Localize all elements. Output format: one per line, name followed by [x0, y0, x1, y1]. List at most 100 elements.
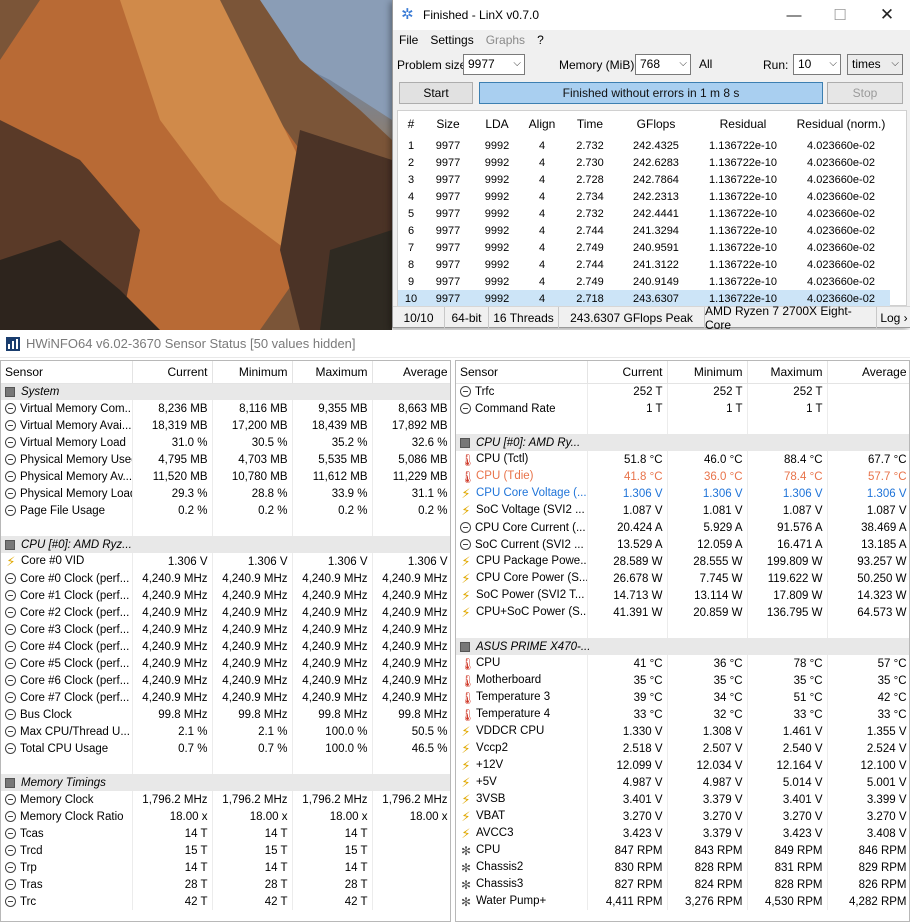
- column-header[interactable]: Size: [424, 111, 472, 137]
- sensor-row[interactable]: 🌡Temperature 4 33 °C 32 °C 33 °C 33 °C: [456, 706, 909, 723]
- column-header[interactable]: #: [398, 111, 424, 137]
- sensor-panel-right[interactable]: Sensor Current Minimum Maximum Average Trfc 2…: [455, 360, 910, 922]
- sensor-row[interactable]: Core #7 Clock (perf... 4,240.9 MHz 4,240.9…: [1, 689, 450, 706]
- column-header[interactable]: Minimum: [212, 361, 293, 384]
- menu-graphs[interactable]: Graphs: [480, 33, 531, 47]
- sensor-row[interactable]: ⚡ VBAT 3.270 V 3.270 V 3.270 V 3.270 V: [456, 808, 909, 825]
- sensor-row[interactable]: 🌡CPU 41 °C 36 °C 78 °C 57 °C: [456, 655, 909, 672]
- sensor-group-header[interactable]: CPU [#0]: AMD Ry...: [456, 434, 909, 451]
- sensor-row[interactable]: Command Rate 1 T1 T1 T: [456, 400, 909, 417]
- column-header[interactable]: GFlops: [618, 111, 694, 137]
- sensor-row[interactable]: ⚡ 3VSB 3.401 V 3.379 V 3.401 V 3.399 V: [456, 791, 909, 808]
- column-header[interactable]: Sensor: [1, 361, 133, 384]
- sensor-row[interactable]: Physical Memory Used 4,795 MB 4,703 MB 5,53…: [1, 451, 450, 468]
- minimize-button[interactable]: —: [771, 0, 817, 30]
- sensor-row[interactable]: ⚡ CPU Core Power (S... 26.678 W 7.745 W 119.…: [456, 570, 909, 587]
- column-header[interactable]: Residual: [694, 111, 792, 137]
- sensor-row[interactable]: ⚡ VDDCR CPU 1.330 V 1.308 V 1.461 V 1.355 V: [456, 723, 909, 740]
- sensor-row[interactable]: Core #2 Clock (perf... 4,240.9 MHz 4,240.9…: [1, 604, 450, 621]
- sensor-row[interactable]: Tras 28 T 28 T 28 T: [1, 876, 450, 893]
- sensor-row[interactable]: 🌡CPU (Tdie) 41.8 °C 36.0 °C 78.4 °C 57.7 °C: [456, 468, 909, 485]
- result-row[interactable]: 7 9977 9992 4 2.749 240.9591 1.136722e-10 4.023…: [398, 239, 890, 256]
- sensor-row[interactable]: CPU Core Current (... 20.424 A 5.929 A 91.5…: [456, 519, 909, 536]
- sensor-row[interactable]: ⚡ AVCC3 3.423 V 3.379 V 3.423 V 3.408 V: [456, 825, 909, 842]
- result-row[interactable]: 9 9977 9992 4 2.749 240.9149 1.136722e-10 4.023…: [398, 273, 890, 290]
- sensor-row[interactable]: ✻ CPU 847 RPM 843 RPM 849 RPM 846 RPM: [456, 842, 909, 859]
- sensor-panel-left[interactable]: Sensor Current Minimum Maximum Average Syste…: [0, 360, 451, 922]
- sensor-row[interactable]: Core #0 Clock (perf... 4,240.9 MHz 4,240.9…: [1, 570, 450, 587]
- sensor-row[interactable]: Trfc 252 T 252 T 252 T: [456, 383, 909, 400]
- sensor-row[interactable]: ⚡ Vccp2 2.518 V 2.507 V 2.540 V 2.524 V: [456, 740, 909, 757]
- sensor-row[interactable]: SoC Current (SVI2 ... 13.529 A 12.059 A 16.…: [456, 536, 909, 553]
- memory-combo[interactable]: 768 ⌵: [635, 54, 691, 75]
- result-row[interactable]: 1 9977 9992 4 2.732 242.4325 1.136722e-10 4.023…: [398, 137, 890, 154]
- column-header[interactable]: Maximum: [292, 361, 373, 384]
- menu-settings[interactable]: Settings: [424, 33, 479, 47]
- start-button[interactable]: Start: [399, 82, 473, 104]
- column-header[interactable]: Align: [522, 111, 562, 137]
- sensor-row[interactable]: Max CPU/Thread U... 2.1 % 2.1 % 100.0 % 50.5…: [1, 723, 450, 740]
- result-row[interactable]: 8 9977 9992 4 2.744 241.3122 1.136722e-10 4.023…: [398, 256, 890, 273]
- menu-file[interactable]: File: [393, 33, 424, 47]
- result-row[interactable]: 3 9977 9992 4 2.728 242.7864 1.136722e-10 4.023…: [398, 171, 890, 188]
- hwinfo-titlebar[interactable]: HWiNFO64 v6.02-3670 Sensor Status [50 va…: [0, 330, 910, 358]
- sensor-row[interactable]: Memory Clock Ratio 18.00 x 18.00 x 18.00 x1…: [1, 808, 450, 825]
- sensor-row[interactable]: Trcd 15 T 15 T 15 T: [1, 842, 450, 859]
- sensor-row[interactable]: ⚡ +5V 4.987 V 4.987 V 5.014 V 5.001 V: [456, 774, 909, 791]
- sensor-row[interactable]: Core #3 Clock (perf... 4,240.9 MHz 4,240.9…: [1, 621, 450, 638]
- sensor-row[interactable]: Core #4 Clock (perf... 4,240.9 MHz 4,240.9…: [1, 638, 450, 655]
- log-button[interactable]: Log ›: [877, 307, 910, 329]
- sensor-row[interactable]: Memory Clock 1,796.2 MHz 1,796.2 MHz 1,796.…: [1, 791, 450, 808]
- sensor-row[interactable]: Physical Memory Av... 11,520 MB 10,780 MB 1…: [1, 468, 450, 485]
- sensor-row[interactable]: Trp 14 T 14 T 14 T: [1, 859, 450, 876]
- run-count-combo[interactable]: 10 ⌵: [793, 54, 841, 75]
- run-unit-combo[interactable]: times ⌵: [847, 54, 903, 75]
- sensor-row[interactable]: ⚡ CPU+SoC Power (S... 41.391 W 20.859 W 136.…: [456, 604, 909, 621]
- column-header[interactable]: Sensor: [456, 361, 588, 384]
- sensor-row[interactable]: ⚡ +12V 12.099 V 12.034 V 12.164 V 12.100 V: [456, 757, 909, 774]
- sensor-row[interactable]: Core #5 Clock (perf... 4,240.9 MHz 4,240.9…: [1, 655, 450, 672]
- column-header[interactable]: Current: [132, 361, 213, 384]
- maximize-button[interactable]: ☐: [817, 0, 863, 30]
- result-row[interactable]: 4 9977 9992 4 2.734 242.2313 1.136722e-10 4.023…: [398, 188, 890, 205]
- sensor-row[interactable]: 🌡Motherboard 35 °C 35 °C 35 °C 35 °C: [456, 672, 909, 689]
- column-header[interactable]: LDA: [472, 111, 522, 137]
- sensor-group-header[interactable]: System: [1, 383, 450, 400]
- column-header[interactable]: Average: [827, 361, 909, 384]
- sensor-group-header[interactable]: Memory Timings: [1, 774, 450, 791]
- result-row[interactable]: 6 9977 9992 4 2.744 241.3294 1.136722e-10 4.023…: [398, 222, 890, 239]
- sensor-row[interactable]: Core #6 Clock (perf... 4,240.9 MHz 4,240.9…: [1, 672, 450, 689]
- result-row[interactable]: 2 9977 9992 4 2.730 242.6283 1.136722e-10 4.023…: [398, 154, 890, 171]
- column-header[interactable]: Residual (norm.): [792, 111, 890, 137]
- close-button[interactable]: ✕: [864, 0, 910, 30]
- sensor-group-header[interactable]: ASUS PRIME X470-...: [456, 638, 909, 655]
- column-header[interactable]: Time: [562, 111, 618, 137]
- sensor-row[interactable]: Core #1 Clock (perf... 4,240.9 MHz 4,240.9…: [1, 587, 450, 604]
- sensor-row[interactable]: Tcas 14 T 14 T 14 T: [1, 825, 450, 842]
- sensor-row[interactable]: Physical Memory Load 29.3 % 28.8 % 33.9 % 31…: [1, 485, 450, 502]
- sensor-row[interactable]: ✻ Chassis3 827 RPM 824 RPM 828 RPM 826 RPM: [456, 876, 909, 893]
- sensor-row[interactable]: ⚡ Core #0 VID 1.306 V 1.306 V 1.306 V 1.306 V: [1, 553, 450, 570]
- sensor-row[interactable]: Trc 42 T 42 T 42 T: [1, 893, 450, 910]
- column-header[interactable]: Average: [372, 361, 450, 384]
- sensor-row[interactable]: Total CPU Usage 0.7 % 0.7 % 100.0 % 46.5 %: [1, 740, 450, 757]
- sensor-row[interactable]: Page File Usage 0.2 % 0.2 % 0.2 % 0.2 %: [1, 502, 450, 519]
- sensor-row[interactable]: 🌡CPU (Tctl) 51.8 °C 46.0 °C 88.4 °C 67.7 °C: [456, 451, 909, 468]
- sensor-row[interactable]: Virtual Memory Com... 8,236 MB 8,116 MB 9,3…: [1, 400, 450, 417]
- sensor-row[interactable]: ⚡ CPU Core Voltage (... 1.306 V 1.306 V 1.30…: [456, 485, 909, 502]
- sensor-group-header[interactable]: CPU [#0]: AMD Ryz...: [1, 536, 450, 553]
- column-header[interactable]: Maximum: [747, 361, 828, 384]
- column-header[interactable]: Current: [587, 361, 668, 384]
- column-header[interactable]: Minimum: [667, 361, 748, 384]
- sensor-row[interactable]: 🌡Temperature 3 39 °C 34 °C 51 °C 42 °C: [456, 689, 909, 706]
- sensor-row[interactable]: ✻ Water Pump+ 4,411 RPM 3,276 RPM 4,530 RPM 4…: [456, 893, 909, 910]
- linx-titlebar[interactable]: ✲ Finished - LinX v0.7.0 — ☐ ✕: [393, 0, 910, 30]
- problem-size-combo[interactable]: 9977 ⌵: [463, 54, 525, 75]
- sensor-row[interactable]: ⚡ CPU Package Powe... 28.589 W 28.555 W 199.…: [456, 553, 909, 570]
- result-row[interactable]: 5 9977 9992 4 2.732 242.4441 1.136722e-10 4.023…: [398, 205, 890, 222]
- sensor-row[interactable]: ✻ Chassis2 830 RPM 828 RPM 831 RPM 829 RPM: [456, 859, 909, 876]
- sensor-row[interactable]: ⚡ SoC Power (SVI2 T... 14.713 W 13.114 W 17.…: [456, 587, 909, 604]
- menu-help[interactable]: ?: [531, 33, 550, 47]
- stop-button[interactable]: Stop: [827, 82, 903, 104]
- sensor-row[interactable]: Virtual Memory Avai... 18,319 MB 17,200 MB…: [1, 417, 450, 434]
